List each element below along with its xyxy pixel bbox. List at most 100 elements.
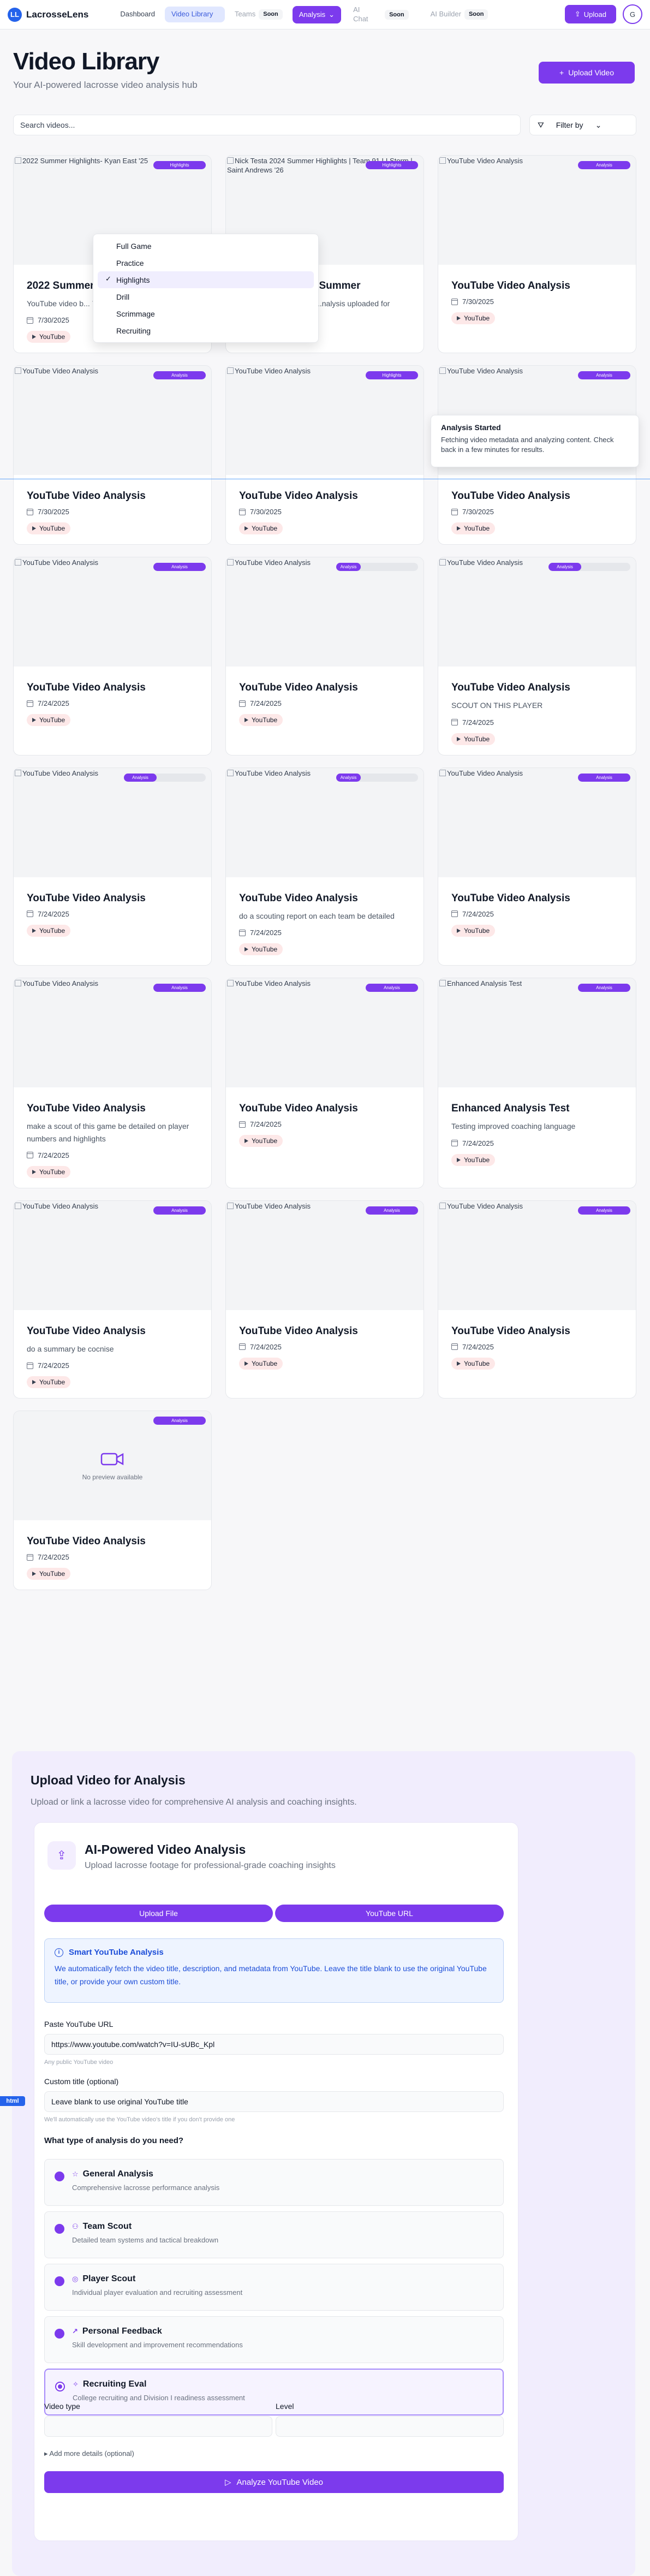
video-card[interactable]: YouTube Video Analysis Highlights YouTube… — [225, 365, 424, 545]
nav-analysis[interactable]: Analysis ⌄ — [292, 5, 342, 23]
video-thumbnail[interactable]: YouTube Video Analysis Analysis — [438, 768, 636, 877]
video-thumbnail[interactable]: Enhanced Analysis Test Analysis — [438, 978, 636, 1088]
video-card[interactable]: YouTube Video Analysis Analysis YouTube V… — [225, 557, 424, 755]
source-label: YouTube — [39, 716, 65, 724]
dropdown-option[interactable]: ✓ Highlights — [98, 271, 314, 288]
dropdown-option[interactable]: Scrimmage — [98, 305, 314, 322]
upload-video-button[interactable]: + Upload Video — [539, 62, 635, 84]
video-card[interactable]: YouTube Video Analysis Analysis YouTube V… — [225, 767, 424, 966]
video-card[interactable]: YouTube Video Analysis Analysis YouTube V… — [438, 1200, 636, 1399]
play-icon — [32, 928, 36, 933]
card-title: YouTube Video Analysis — [27, 1536, 146, 1548]
dropdown-option[interactable]: Practice — [98, 254, 314, 271]
upload-icon: ⇪ — [47, 1841, 76, 1870]
dropdown-option-label: Practice — [116, 258, 144, 267]
video-thumbnail[interactable]: YouTube Video Analysis Analysis — [226, 1200, 424, 1310]
video-thumbnail[interactable]: YouTube Video Analysis Analysis — [14, 768, 211, 877]
video-thumbnail[interactable]: YouTube Video Analysis Analysis — [14, 1200, 211, 1310]
nav-teams[interactable]: Teams Soon — [229, 5, 288, 25]
analysis-option[interactable]: ↗ Personal Feedback Skill development and… — [44, 2316, 504, 2363]
nav-right: ⇪ Upload G — [564, 4, 642, 24]
analyze-button[interactable]: ▷ Analyze YouTube Video — [44, 2471, 504, 2493]
card-title: YouTube Video Analysis — [27, 1325, 146, 1337]
video-card[interactable]: YouTube Video Analysis Analysis YouTube V… — [13, 1200, 212, 1399]
video-card[interactable]: YouTube Video Analysis Analysis YouTube V… — [13, 365, 212, 545]
search-input[interactable]: Search videos... — [13, 115, 521, 135]
video-card[interactable]: Enhanced Analysis Test Analysis Enhanced … — [438, 978, 636, 1188]
video-thumbnail[interactable]: YouTube Video Analysis Analysis — [14, 557, 211, 667]
video-card[interactable]: YouTube Video Analysis Analysis YouTube V… — [438, 767, 636, 966]
dropdown-option[interactable]: Full Game — [98, 237, 314, 254]
category-tag: Analysis — [153, 984, 206, 992]
nav-ai-builder[interactable]: AI Builder Soon — [425, 5, 494, 25]
logo[interactable]: LL LacrosseLens — [8, 7, 88, 22]
radio-button[interactable] — [55, 2276, 64, 2286]
tab-upload-file[interactable]: Upload File — [44, 1905, 273, 1922]
video-card[interactable]: YouTube Video Analysis Analysis YouTube V… — [13, 978, 212, 1188]
option-description: Detailed team systems and tactical break… — [72, 2236, 219, 2244]
calendar-icon — [27, 1152, 33, 1159]
source-label: YouTube — [252, 1137, 278, 1145]
nav-ai-chat[interactable]: AI Chat — [348, 1, 380, 28]
option-title-text: Player Scout — [82, 2274, 136, 2283]
analysis-option[interactable]: ☆ General Analysis Comprehensive lacrosse… — [44, 2159, 504, 2206]
custom-title-input[interactable]: Leave blank to use original YouTube titl… — [44, 2091, 504, 2112]
dropdown-option[interactable]: Recruiting — [98, 322, 314, 339]
video-type-select[interactable] — [44, 2416, 272, 2437]
avatar[interactable]: G — [623, 4, 642, 24]
video-card[interactable]: YouTube Video Analysis Analysis YouTube V… — [438, 557, 636, 755]
source-label: YouTube — [39, 525, 65, 533]
card-title: YouTube Video Analysis — [239, 1103, 358, 1115]
video-thumbnail[interactable]: YouTube Video Analysis Analysis — [226, 768, 424, 877]
card-body: YouTube Video Analysis 7/30/2025 YouTube — [14, 475, 211, 544]
thumbnail-alt: YouTube Video Analysis — [227, 367, 311, 376]
analysis-option[interactable]: ◎ Player Scout Individual player evaluati… — [44, 2264, 504, 2311]
video-thumbnail[interactable]: YouTube Video Analysis Analysis — [14, 978, 211, 1088]
filter-select[interactable]: ⛛ Filter by ⌄ — [529, 115, 636, 135]
calendar-icon — [27, 1554, 33, 1561]
add-more-details[interactable]: ▸ Add more details (optional) — [44, 2449, 134, 2458]
nav-dashboard[interactable]: Dashboard — [115, 5, 160, 23]
youtube-url-input[interactable]: https://www.youtube.com/watch?v=IU-sUBc_… — [44, 2034, 504, 2055]
analysis-option[interactable]: ✧ Recruiting Eval College recruiting and … — [44, 2369, 504, 2416]
video-thumbnail[interactable]: YouTube Video Analysis Analysis — [226, 557, 424, 667]
video-thumbnail[interactable]: YouTube Video Analysis Analysis — [438, 1200, 636, 1310]
source-badge: YouTube — [27, 522, 71, 535]
video-thumbnail[interactable]: No preview available Analysis — [14, 1411, 211, 1521]
progress-tag: Analysis — [124, 773, 206, 782]
video-card[interactable]: YouTube Video Analysis Analysis YouTube V… — [13, 557, 212, 755]
calendar-icon — [239, 700, 246, 707]
video-card[interactable]: YouTube Video Analysis Analysis YouTube V… — [225, 1200, 424, 1399]
video-thumbnail[interactable]: YouTube Video Analysis Analysis — [14, 366, 211, 475]
radio-button[interactable] — [55, 2224, 64, 2234]
video-card[interactable]: No preview available Analysis YouTube Vid… — [13, 1411, 212, 1591]
thumbnail-alt: YouTube Video Analysis — [227, 769, 311, 778]
video-thumbnail[interactable]: YouTube Video Analysis Analysis — [438, 156, 636, 265]
video-thumbnail[interactable]: YouTube Video Analysis Highlights — [226, 366, 424, 475]
info-icon: i — [55, 1948, 63, 1957]
category-tag: Highlights — [153, 161, 206, 169]
nav-dashboard-label: Dashboard — [120, 10, 155, 19]
category-tag: Highlights — [366, 371, 418, 380]
dropdown-option[interactable]: Drill — [98, 288, 314, 305]
level-select[interactable] — [276, 2416, 504, 2437]
card-body: YouTube Video Analysis 7/30/2025 YouTube — [226, 475, 424, 544]
analysis-option[interactable]: ⚇ Team Scout Detailed team systems and ta… — [44, 2211, 504, 2258]
card-body: YouTube Video Analysis do a summary be c… — [14, 1310, 211, 1398]
video-thumbnail[interactable]: YouTube Video Analysis Analysis — [438, 557, 636, 667]
video-card[interactable]: YouTube Video Analysis Analysis YouTube V… — [13, 767, 212, 966]
nav-video-library[interactable]: Video Library — [164, 7, 225, 22]
category-tag: Analysis — [578, 984, 630, 992]
calendar-icon — [27, 911, 33, 918]
source-badge: YouTube — [451, 924, 496, 937]
radio-button[interactable] — [55, 2172, 64, 2181]
radio-button[interactable] — [55, 2382, 65, 2391]
nav-upload-button[interactable]: ⇪ Upload — [564, 5, 616, 23]
category-tag: Analysis — [578, 773, 630, 782]
tab-youtube-url[interactable]: YouTube URL — [275, 1905, 504, 1922]
video-card[interactable]: YouTube Video Analysis Analysis YouTube V… — [438, 155, 636, 354]
video-thumbnail[interactable]: YouTube Video Analysis Analysis — [226, 978, 424, 1088]
video-card[interactable]: YouTube Video Analysis Analysis YouTube V… — [225, 978, 424, 1188]
radio-button[interactable] — [55, 2329, 64, 2339]
card-date: 7/24/2025 — [27, 1553, 198, 1561]
